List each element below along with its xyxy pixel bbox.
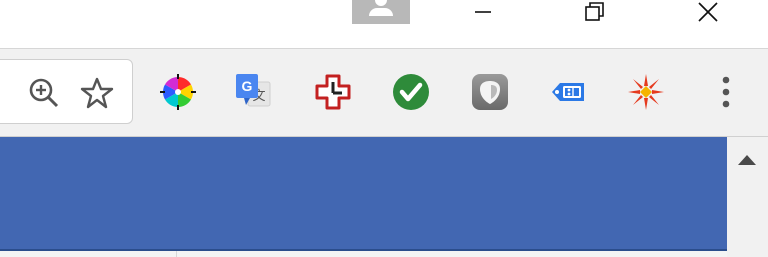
extension-clock[interactable] <box>313 72 353 112</box>
clock-cross-icon <box>315 74 351 110</box>
extension-color-picker[interactable] <box>158 72 198 112</box>
close-button[interactable] <box>676 0 740 24</box>
svg-text:G: G <box>242 78 253 94</box>
minimize-button[interactable] <box>451 0 515 24</box>
page-content-area <box>0 251 727 257</box>
zoom-button[interactable] <box>27 76 61 110</box>
google-translate-icon: 文 G <box>236 74 271 107</box>
scroll-up-button[interactable] <box>736 150 758 170</box>
extension-shield[interactable] <box>470 72 510 112</box>
divider <box>176 251 177 257</box>
minimize-icon <box>475 11 491 13</box>
profile-button[interactable] <box>352 0 410 24</box>
kebab-menu-icon <box>722 76 730 108</box>
shield-icon <box>472 74 508 110</box>
bookmark-button[interactable] <box>80 76 114 110</box>
restore-button[interactable] <box>563 0 627 24</box>
bookmark-star-icon <box>80 77 114 109</box>
browser-menu-button[interactable] <box>706 72 746 112</box>
extension-tag[interactable] <box>548 72 588 112</box>
scroll-up-arrow-icon <box>738 155 756 165</box>
extension-checkmark[interactable] <box>391 72 431 112</box>
browser-toolbar: 文 G <box>0 48 768 137</box>
green-checkmark-icon <box>393 74 429 110</box>
extension-starburst[interactable] <box>626 72 666 112</box>
tag-icon <box>552 83 584 101</box>
restore-icon <box>585 2 604 21</box>
extension-google-translate[interactable]: 文 G <box>234 72 274 112</box>
color-wheel-icon <box>160 74 196 110</box>
red-starburst-icon <box>628 74 664 110</box>
close-icon <box>698 2 718 22</box>
title-bar <box>0 0 768 48</box>
page-header-banner <box>0 137 727 251</box>
zoom-in-icon <box>29 78 59 108</box>
person-icon <box>375 0 387 6</box>
address-bar[interactable] <box>0 59 133 124</box>
